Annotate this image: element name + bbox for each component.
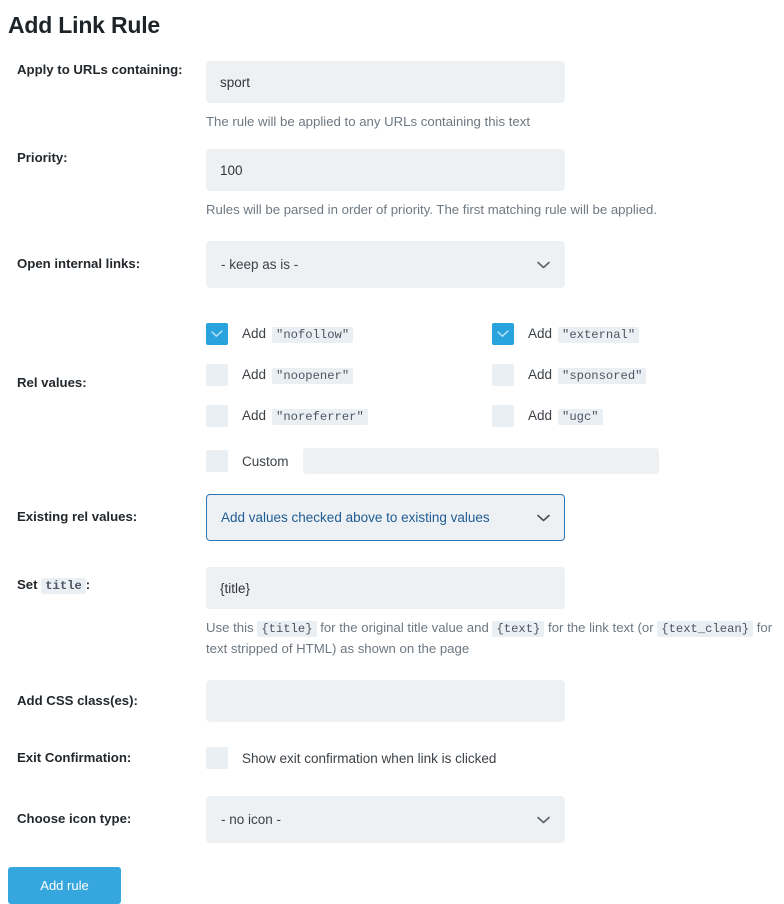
set-title-help-code-text: {text} bbox=[492, 621, 545, 637]
check-icon bbox=[211, 330, 223, 338]
set-title-help-2: for the original title value and bbox=[320, 620, 489, 635]
rel-checkbox-noopener[interactable]: Add "noopener" bbox=[206, 363, 492, 387]
rel-label-external: Add "external" bbox=[528, 326, 640, 343]
checkbox-custom-box[interactable] bbox=[206, 450, 228, 472]
set-title-help-code-title: {title} bbox=[257, 621, 317, 637]
icon-type-select[interactable]: - no icon - bbox=[206, 796, 565, 843]
set-title-input[interactable] bbox=[206, 567, 565, 609]
exit-confirmation-label: Show exit confirmation when link is clic… bbox=[242, 750, 497, 766]
checkbox-noreferrer-box[interactable] bbox=[206, 405, 228, 427]
label-css-classes: Add CSS class(es): bbox=[17, 693, 138, 708]
open-internal-links-value: - keep as is - bbox=[221, 257, 299, 272]
label-priority: Priority: bbox=[17, 150, 68, 165]
row-exit-confirmation: Exit Confirmation: Show exit confirmatio… bbox=[0, 746, 784, 770]
label-url-contains: Apply to URLs containing: bbox=[17, 62, 183, 77]
label-open-internal-links: Open internal links: bbox=[17, 256, 141, 271]
label-existing-rel-values: Existing rel values: bbox=[17, 509, 138, 524]
set-title-help-code-text-clean: {text_clean} bbox=[657, 621, 754, 637]
rel-custom-input[interactable] bbox=[302, 448, 659, 474]
row-existing-rel-values: Existing rel values: Add values checked … bbox=[0, 494, 784, 541]
checkbox-nofollow-box[interactable] bbox=[206, 323, 228, 345]
row-set-title: Set title: Use this {title} for the orig… bbox=[0, 567, 784, 658]
rel-label-noreferrer: Add "noreferrer" bbox=[242, 408, 368, 425]
checkbox-sponsored-box[interactable] bbox=[492, 364, 514, 386]
rel-custom-label: Custom bbox=[242, 453, 289, 469]
rel-checkbox-external[interactable]: Add "external" bbox=[492, 322, 776, 346]
add-rule-button[interactable]: Add rule bbox=[8, 867, 121, 904]
row-icon-type: Choose icon type: - no icon - bbox=[0, 796, 784, 843]
chevron-down-icon bbox=[537, 514, 550, 522]
row-rel-values: Rel values: Add "nofollow" Add "external… bbox=[0, 312, 784, 474]
set-title-help-3: for the link text (or bbox=[548, 620, 654, 635]
row-priority: Priority: Rules will be parsed in order … bbox=[0, 149, 784, 219]
check-icon bbox=[497, 330, 509, 338]
set-title-label-code: title bbox=[41, 578, 86, 594]
add-link-rule-form: Apply to URLs containing: The rule will … bbox=[0, 61, 784, 904]
css-classes-input[interactable] bbox=[206, 680, 565, 722]
chevron-down-icon bbox=[537, 816, 550, 824]
row-css-classes: Add CSS class(es): bbox=[0, 680, 784, 722]
priority-help: Rules will be parsed in order of priorit… bbox=[206, 202, 658, 217]
open-internal-links-select[interactable]: - keep as is - bbox=[206, 241, 565, 288]
label-set-title: Set title: bbox=[0, 567, 206, 595]
rel-label-sponsored: Add "sponsored" bbox=[528, 367, 647, 384]
priority-input[interactable] bbox=[206, 149, 565, 191]
label-rel-values: Rel values: bbox=[17, 375, 87, 390]
set-title-help-1: Use this bbox=[206, 620, 254, 635]
rel-custom-row: Custom bbox=[206, 448, 776, 474]
checkbox-external-box[interactable] bbox=[492, 323, 514, 345]
set-title-label-suffix: : bbox=[85, 577, 91, 592]
checkbox-noopener-box[interactable] bbox=[206, 364, 228, 386]
row-url-contains: Apply to URLs containing: The rule will … bbox=[0, 61, 784, 131]
rel-checkbox-nofollow[interactable]: Add "nofollow" bbox=[206, 322, 492, 346]
set-title-label-prefix: Set bbox=[17, 577, 38, 592]
set-title-help: Use this {title} for the original title … bbox=[206, 618, 776, 658]
label-exit-confirmation: Exit Confirmation: bbox=[17, 750, 132, 765]
add-link-rule-page: Add Link Rule Apply to URLs containing: … bbox=[0, 0, 784, 904]
row-open-internal-links: Open internal links: - keep as is - bbox=[0, 241, 784, 288]
rel-checkbox-sponsored[interactable]: Add "sponsored" bbox=[492, 363, 776, 387]
page-title: Add Link Rule bbox=[8, 12, 161, 38]
existing-rel-values-value: Add values checked above to existing val… bbox=[221, 510, 490, 525]
rel-values-checkbox-grid: Add "nofollow" Add "external" Add "noope… bbox=[206, 322, 776, 428]
rel-label-nofollow: Add "nofollow" bbox=[242, 326, 354, 343]
rel-label-ugc: Add "ugc" bbox=[528, 408, 603, 425]
rel-label-noopener: Add "noopener" bbox=[242, 367, 354, 384]
checkbox-ugc-box[interactable] bbox=[492, 405, 514, 427]
chevron-down-icon bbox=[537, 261, 550, 269]
exit-confirmation-checkbox-row[interactable]: Show exit confirmation when link is clic… bbox=[206, 746, 776, 770]
icon-type-value: - no icon - bbox=[221, 812, 282, 827]
rel-checkbox-ugc[interactable]: Add "ugc" bbox=[492, 404, 776, 428]
checkbox-exit-confirmation-box[interactable] bbox=[206, 747, 228, 769]
existing-rel-values-select[interactable]: Add values checked above to existing val… bbox=[206, 494, 565, 541]
url-contains-help: The rule will be applied to any URLs con… bbox=[206, 114, 531, 129]
label-icon-type: Choose icon type: bbox=[17, 811, 132, 826]
url-contains-input[interactable] bbox=[206, 61, 565, 103]
rel-checkbox-noreferrer[interactable]: Add "noreferrer" bbox=[206, 404, 492, 428]
